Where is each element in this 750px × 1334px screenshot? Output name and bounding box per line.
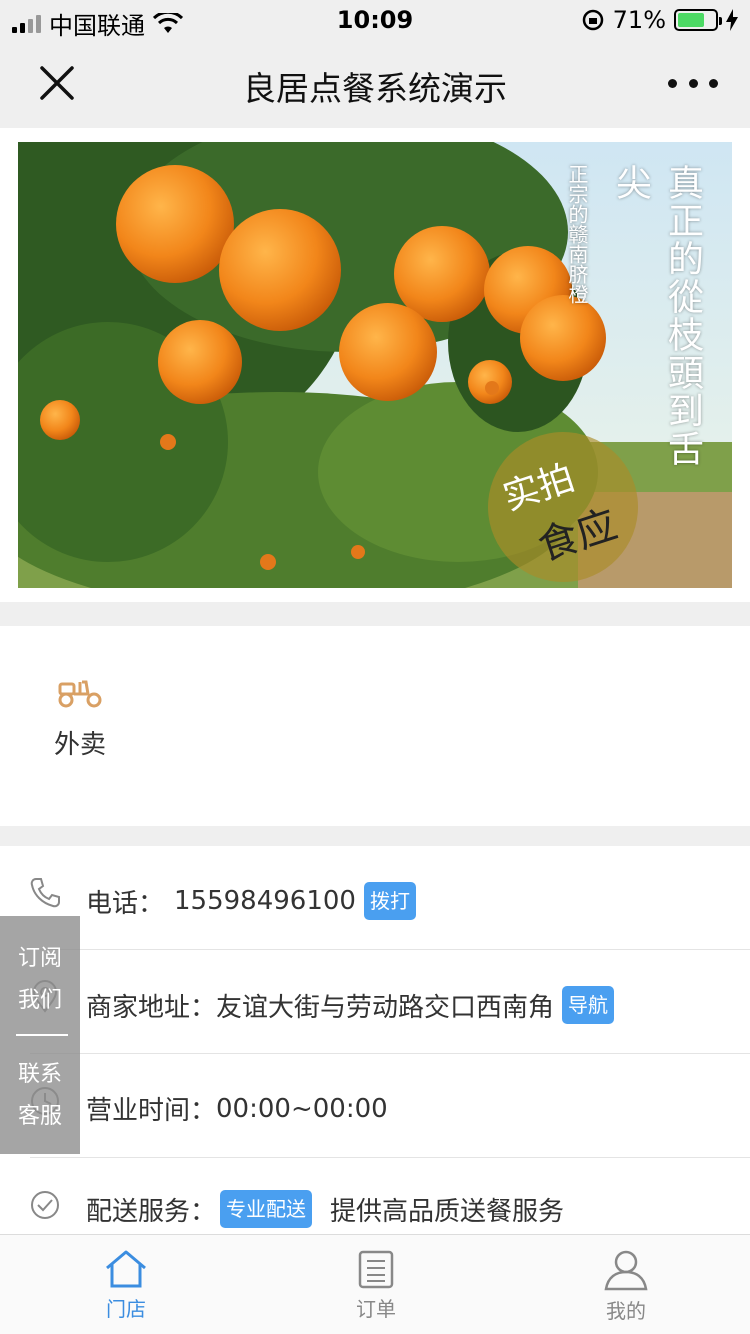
rotation-lock-icon: [582, 9, 603, 31]
phone-row: 电话： 15598496100 拨打: [0, 846, 750, 950]
contact-text-1: 联系: [17, 1062, 62, 1087]
tab-orders-label: 订单: [356, 1297, 396, 1321]
phone-icon: [30, 878, 60, 908]
takeout-tile[interactable]: 外卖: [50, 678, 110, 761]
hours-label: 营业时间：: [86, 1096, 217, 1126]
subscribe-text-1: 订阅: [17, 946, 62, 971]
address-row: 商家地址： 友谊大街与劳动路交口西南角 导航: [0, 950, 750, 1054]
order-icon: [358, 1250, 394, 1289]
takeout-label: 外卖: [53, 730, 106, 760]
call-button[interactable]: 拨打: [363, 882, 416, 920]
bottom-tab-bar: 门店 订单 我的: [0, 1234, 750, 1334]
subscribe-button[interactable]: 订阅 我们: [0, 938, 80, 1022]
home-icon: [106, 1250, 146, 1288]
service-section: 外卖: [0, 626, 750, 826]
store-info-list: 电话： 15598496100 拨打 商家地址： 友谊大街与劳动路交口西南角 导…: [0, 846, 750, 1234]
subscribe-text-2: 我们: [17, 988, 62, 1013]
charging-icon: [726, 9, 738, 31]
panel-divider: [16, 1034, 68, 1036]
user-icon: [604, 1250, 648, 1291]
hours-value: 00:00~00:00: [216, 1093, 388, 1124]
delivery-label: 配送服务：: [86, 1196, 217, 1227]
banner-section: 真正的從枝頭到舌尖 正宗的赣南脐橙 实拍 食应: [0, 128, 750, 602]
tab-mine[interactable]: 我的: [566, 1249, 686, 1324]
status-bar: 中国联通 10:09 71%: [0, 0, 750, 40]
navigate-button[interactable]: 导航: [562, 986, 615, 1024]
contact-text-2: 客服: [17, 1104, 62, 1129]
battery-icon: [674, 9, 722, 31]
floating-side-panel: 订阅 我们 联系 客服: [0, 916, 80, 1154]
delivery-description: 提供高品质送餐服务: [330, 1196, 565, 1227]
page-title: 良居点餐系统演示: [243, 69, 507, 108]
more-options-icon[interactable]: [668, 68, 718, 98]
banner-caption: 真正的從枝頭到舌尖 正宗的赣南脐橙: [565, 164, 708, 504]
delivery-row: 配送服务： 专业配送 提供高品质送餐服务: [0, 1158, 750, 1234]
address-label: 商家地址：: [86, 992, 217, 1023]
battery-percent: 71%: [612, 6, 666, 34]
banner-image[interactable]: 真正的從枝頭到舌尖 正宗的赣南脐橙 实拍 食应: [18, 142, 732, 588]
contact-service-button[interactable]: 联系 客服: [0, 1054, 80, 1138]
address-value: 友谊大街与劳动路交口西南角: [216, 992, 555, 1023]
scooter-icon: [58, 680, 102, 708]
hours-row: 营业时间： 00:00~00:00: [0, 1054, 750, 1158]
tab-mine-label: 我的: [606, 1299, 646, 1323]
check-circle-icon: [31, 1191, 59, 1219]
phone-label: 电话：: [86, 888, 165, 919]
delivery-tag: 专业配送: [220, 1190, 313, 1228]
tab-store-label: 门店: [106, 1297, 146, 1321]
tab-store[interactable]: 门店: [66, 1249, 186, 1322]
tab-orders[interactable]: 订单: [316, 1249, 436, 1322]
phone-number: 15598496100: [174, 886, 356, 916]
title-bar: 良居点餐系统演示: [0, 40, 750, 128]
banner-caption-main: 真正的從枝頭到舌尖: [610, 164, 703, 468]
